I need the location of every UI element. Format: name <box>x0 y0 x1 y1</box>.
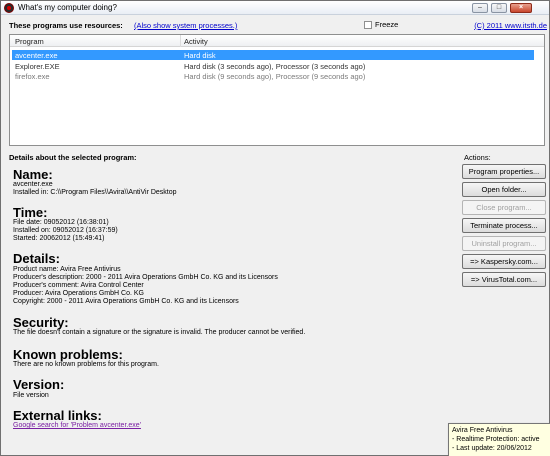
freeze-checkbox[interactable] <box>364 21 372 30</box>
file-date: File date: 09052012 (16:38:01) <box>13 219 109 226</box>
list-row[interactable]: avcenter.exe Hard disk <box>12 50 534 60</box>
app-icon <box>4 3 14 13</box>
row-program: avcenter.exe <box>15 51 58 60</box>
known-problems-heading: Known problems: <box>13 347 123 362</box>
title-bar[interactable]: What's my computer doing? – □ × <box>1 1 549 15</box>
external-links-heading: External links: <box>13 408 102 423</box>
google-search-link[interactable]: Google search for 'Problem avcenter.exe' <box>13 422 141 429</box>
tooltip-realtime: - Realtime Protection: active <box>452 436 540 443</box>
close-button[interactable]: × <box>510 3 532 13</box>
product-name: Product name: Avira Free Antivirus <box>13 266 121 273</box>
producer-description: Producer's description: 2000 - 2011 Avir… <box>13 274 278 281</box>
security-heading: Security: <box>13 315 69 330</box>
row-program: firefox.exe <box>15 72 50 81</box>
tooltip-title: Avira Free Antivirus <box>452 427 513 434</box>
list-row[interactable]: firefox.exe Hard disk (9 seconds ago), P… <box>12 71 534 81</box>
close-program-button[interactable]: Close program... <box>462 200 546 215</box>
producer: Producer: Avira Operations GmbH Co. KG <box>13 290 144 297</box>
main-window: What's my computer doing? – □ × These pr… <box>0 0 550 456</box>
top-bar: These programs use resources: (Also show… <box>9 20 549 31</box>
freeze-label: Freeze <box>375 20 399 29</box>
window-title: What's my computer doing? <box>18 3 117 12</box>
copyright-info: Copyright: 2000 - 2011 Avira Operations … <box>13 298 239 305</box>
version-text: File version <box>13 392 49 399</box>
minimize-button[interactable]: – <box>472 3 488 13</box>
started-time: Started: 20062012 (15:49:41) <box>13 235 105 242</box>
programs-label: These programs use resources: <box>9 21 123 30</box>
name-heading: Name: <box>13 167 53 182</box>
column-divider[interactable] <box>180 35 181 47</box>
program-list[interactable]: Program Activity avcenter.exe Hard disk … <box>9 34 545 146</box>
details-label: Details about the selected program: <box>9 153 137 162</box>
row-program: Explorer.EXE <box>15 62 60 71</box>
open-folder-button[interactable]: Open folder... <box>462 182 546 197</box>
copyright-link[interactable]: (C) 2011 www.itsth.de <box>474 21 547 30</box>
tray-tooltip: Avira Free Antivirus - Realtime Protecti… <box>448 423 550 456</box>
tooltip-last-update: - Last update: 20/06/2012 <box>452 445 532 452</box>
name-value: avcenter.exe <box>13 181 53 188</box>
row-activity: Hard disk (9 seconds ago), Processor (9 … <box>184 72 366 81</box>
column-header-activity[interactable]: Activity <box>184 37 208 46</box>
installed-in: Installed in: C:\\Program Files\\Avira\\… <box>13 189 177 196</box>
producer-comment: Producer's comment: Avira Control Center <box>13 282 144 289</box>
list-row[interactable]: Explorer.EXE Hard disk (3 seconds ago), … <box>12 61 534 71</box>
security-text: The file doesn't contain a signature or … <box>13 329 306 336</box>
row-activity: Hard disk <box>184 51 216 60</box>
row-activity: Hard disk (3 seconds ago), Processor (3 … <box>184 62 366 71</box>
uninstall-program-button[interactable]: Uninstall program... <box>462 236 546 251</box>
show-system-processes-link[interactable]: (Also show system processes.) <box>134 21 237 30</box>
list-header: Program Activity <box>10 35 544 47</box>
kaspersky-button[interactable]: => Kaspersky.com... <box>462 254 546 269</box>
column-header-program[interactable]: Program <box>15 37 44 46</box>
freeze-toggle[interactable]: Freeze <box>364 20 399 30</box>
actions-label: Actions: <box>464 153 491 162</box>
version-heading: Version: <box>13 377 65 392</box>
known-problems-text: There are no known problems for this pro… <box>13 361 159 368</box>
details-heading: Details: <box>13 251 60 266</box>
terminate-process-button[interactable]: Terminate process... <box>462 218 546 233</box>
maximize-button[interactable]: □ <box>491 3 507 13</box>
installed-on: Installed on: 09052012 (16:37:59) <box>13 227 118 234</box>
program-properties-button[interactable]: Program properties... <box>462 164 546 179</box>
virustotal-button[interactable]: => VirusTotal.com... <box>462 272 546 287</box>
time-heading: Time: <box>13 205 48 220</box>
